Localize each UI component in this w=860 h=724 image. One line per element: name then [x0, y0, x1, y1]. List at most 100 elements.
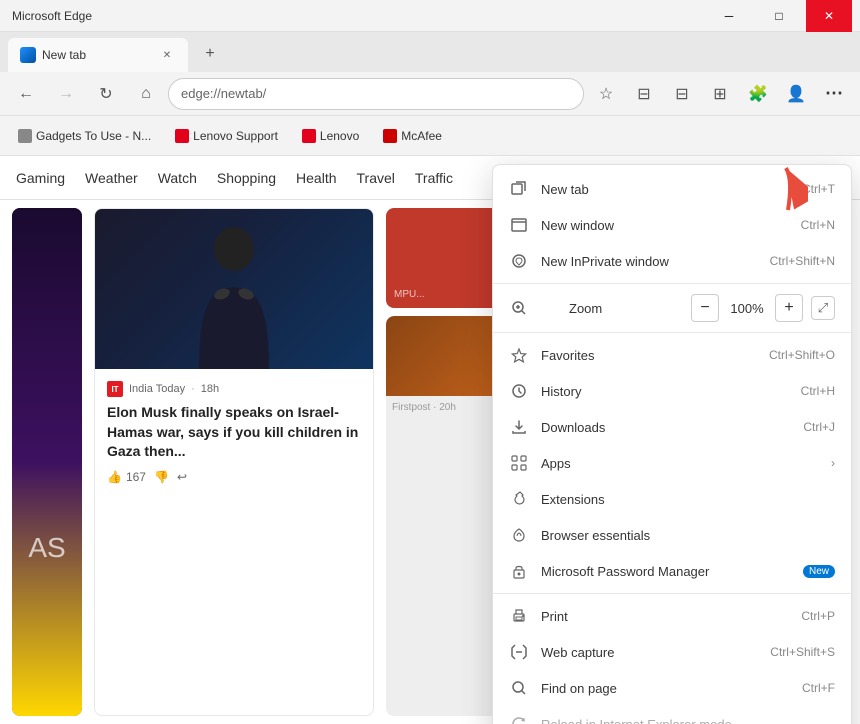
close-button[interactable]: ✕	[806, 0, 852, 32]
menu-extensions[interactable]: Extensions	[493, 481, 851, 517]
menu-downloads-label: Downloads	[541, 420, 791, 435]
menu-password-manager[interactable]: Microsoft Password Manager New	[493, 553, 851, 589]
find-on-page-icon	[509, 678, 529, 698]
new-tab-button[interactable]: +	[192, 36, 228, 72]
fav-mcafee[interactable]: McAfee	[377, 125, 448, 147]
active-tab[interactable]: New tab ✕	[8, 38, 188, 72]
menu-find-on-page-shortcut: Ctrl+F	[802, 681, 835, 695]
menu-apps-arrow: ›	[831, 456, 835, 470]
divider-1	[493, 283, 851, 284]
fav-lenovo-support-icon	[175, 129, 189, 143]
menu-browser-essentials[interactable]: Browser essentials	[493, 517, 851, 553]
menu-print[interactable]: Print Ctrl+P	[493, 598, 851, 634]
new-tab-icon	[509, 179, 529, 199]
fav-lenovo-label: Lenovo	[320, 129, 359, 143]
new-window-icon	[509, 215, 529, 235]
window-title: Microsoft Edge	[12, 9, 92, 23]
menu-history-shortcut: Ctrl+H	[801, 384, 835, 398]
menu-browser-essentials-label: Browser essentials	[541, 528, 835, 543]
menu-favorites-shortcut: Ctrl+Shift+O	[769, 348, 835, 362]
home-button[interactable]: ⌂	[128, 76, 164, 112]
tab-close-button[interactable]: ✕	[158, 46, 176, 64]
menu-reload-ie: Reload in Internet Explorer mode	[493, 706, 851, 724]
menu-reload-ie-label: Reload in Internet Explorer mode	[541, 717, 835, 724]
menu-find-on-page-label: Find on page	[541, 681, 790, 696]
divider-2	[493, 332, 851, 333]
menu-find-on-page[interactable]: Find on page Ctrl+F	[493, 670, 851, 706]
fav-lenovo-support[interactable]: Lenovo Support	[169, 125, 284, 147]
menu-web-capture[interactable]: Web capture Ctrl+Shift+S	[493, 634, 851, 670]
dropdown-overlay: New tab Ctrl+T New window Ctrl+N New InP…	[0, 156, 860, 724]
red-arrow-svg	[728, 160, 808, 220]
address-text: edge://newtab/	[181, 86, 266, 101]
refresh-button[interactable]: ↻	[88, 76, 124, 112]
favorites-menu-icon	[509, 345, 529, 365]
reading-view-button[interactable]: ⊟	[626, 76, 662, 112]
split-button[interactable]: ⊟	[664, 76, 700, 112]
favorites-bar: Gadgets To Use - N... Lenovo Support Len…	[0, 116, 860, 156]
page-content: Gaming Weather Watch Shopping Health Tra…	[0, 156, 860, 724]
browser-essentials-icon	[509, 525, 529, 545]
zoom-plus-button[interactable]: +	[775, 294, 803, 322]
dropdown-menu: New tab Ctrl+T New window Ctrl+N New InP…	[492, 164, 852, 724]
maximize-button[interactable]: □	[756, 0, 802, 32]
tab-favicon	[20, 47, 36, 63]
menu-inprivate[interactable]: New InPrivate window Ctrl+Shift+N	[493, 243, 851, 279]
apps-icon	[509, 453, 529, 473]
address-bar[interactable]: edge://newtab/	[168, 78, 584, 110]
forward-button[interactable]: →	[48, 76, 84, 112]
favorites-button[interactable]: ☆	[588, 76, 624, 112]
menu-web-capture-shortcut: Ctrl+Shift+S	[770, 645, 835, 659]
menu-extensions-label: Extensions	[541, 492, 835, 507]
toolbar-icons: ☆ ⊟ ⊟ ⊞ 🧩 👤 ⋯	[588, 76, 852, 112]
tab-label: New tab	[42, 48, 152, 62]
new-badge: New	[803, 565, 835, 578]
fav-lenovo-support-label: Lenovo Support	[193, 129, 278, 143]
zoom-label: Zoom	[569, 301, 683, 316]
fav-mcafee-label: McAfee	[401, 129, 442, 143]
window-controls: ─ □ ✕	[706, 0, 852, 32]
more-options-icon: ⋯	[825, 83, 843, 104]
menu-history[interactable]: History Ctrl+H	[493, 373, 851, 409]
red-arrow-container	[728, 160, 808, 225]
fav-gadgets-label: Gadgets To Use - N...	[36, 129, 151, 143]
fav-mcafee-icon	[383, 129, 397, 143]
fav-lenovo[interactable]: Lenovo	[296, 125, 365, 147]
reload-ie-icon	[509, 714, 529, 724]
menu-apps[interactable]: Apps ›	[493, 445, 851, 481]
back-button[interactable]: ←	[8, 76, 44, 112]
menu-favorites[interactable]: Favorites Ctrl+Shift+O	[493, 337, 851, 373]
title-bar: Microsoft Edge ─ □ ✕	[0, 0, 860, 32]
downloads-icon	[509, 417, 529, 437]
tab-bar: New tab ✕ +	[0, 32, 860, 72]
inprivate-icon	[509, 251, 529, 271]
password-manager-icon	[509, 561, 529, 581]
history-icon	[509, 381, 529, 401]
menu-print-shortcut: Ctrl+P	[801, 609, 835, 623]
menu-inprivate-shortcut: Ctrl+Shift+N	[770, 254, 835, 268]
fav-gadgets-icon	[18, 129, 32, 143]
print-icon	[509, 606, 529, 626]
extensions-button[interactable]: 🧩	[740, 76, 776, 112]
toolbar: ← → ↻ ⌂ edge://newtab/ ☆ ⊟ ⊟ ⊞ 🧩 👤 ⋯	[0, 72, 860, 116]
more-options-button[interactable]: ⋯	[816, 76, 852, 112]
minimize-button[interactable]: ─	[706, 0, 752, 32]
divider-3	[493, 593, 851, 594]
menu-history-label: History	[541, 384, 789, 399]
zoom-minus-button[interactable]: −	[691, 294, 719, 322]
zoom-icon	[509, 298, 529, 318]
menu-web-capture-label: Web capture	[541, 645, 758, 660]
menu-password-manager-label: Microsoft Password Manager	[541, 564, 787, 579]
profile-button[interactable]: 👤	[778, 76, 814, 112]
menu-print-label: Print	[541, 609, 789, 624]
menu-favorites-label: Favorites	[541, 348, 757, 363]
menu-inprivate-label: New InPrivate window	[541, 254, 758, 269]
collections-button[interactable]: ⊞	[702, 76, 738, 112]
menu-downloads[interactable]: Downloads Ctrl+J	[493, 409, 851, 445]
zoom-expand-button[interactable]: ⤢	[811, 296, 835, 320]
zoom-value: 100%	[727, 301, 767, 316]
zoom-controls: − 100% + ⤢	[691, 294, 835, 322]
zoom-row: Zoom − 100% + ⤢	[493, 288, 851, 328]
menu-apps-label: Apps	[541, 456, 819, 471]
fav-gadgets[interactable]: Gadgets To Use - N...	[12, 125, 157, 147]
